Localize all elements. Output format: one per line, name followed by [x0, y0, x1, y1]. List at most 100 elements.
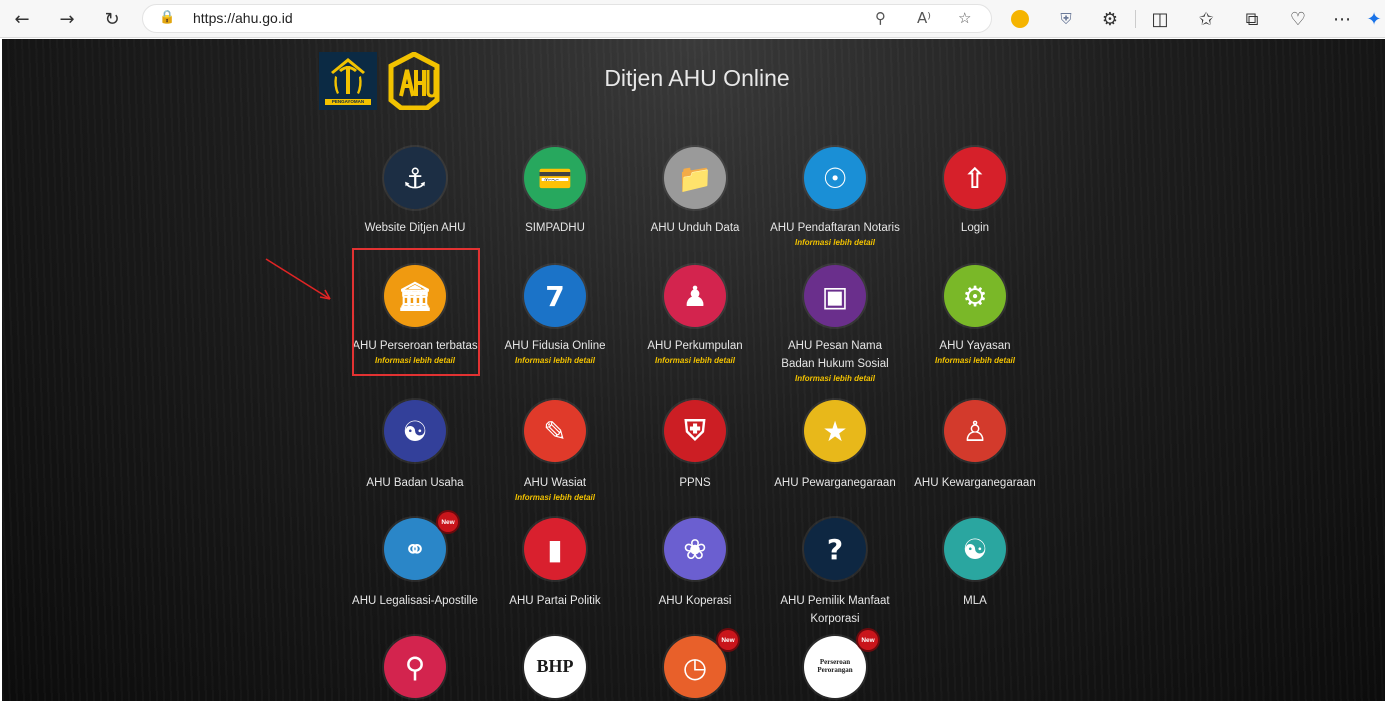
globe-document-icon[interactable]: ⚭: [384, 518, 446, 580]
split-screen-icon[interactable]: ◫: [1148, 7, 1172, 31]
perseroan-perorangan-icon[interactable]: Perseroan Perorangan: [804, 636, 866, 698]
tile-label[interactable]: PPNS: [625, 474, 765, 492]
ahu-logo: [387, 51, 441, 111]
info-link[interactable]: Informasi lebih detail: [485, 493, 625, 502]
handshake-gear-icon[interactable]: ☯: [384, 400, 446, 462]
info-link[interactable]: Informasi lebih detail: [765, 238, 905, 247]
new-badge: New: [718, 630, 738, 650]
pengayoman-icon-glyph: ⚓: [402, 161, 428, 195]
info-link[interactable]: Informasi lebih detail: [905, 356, 1045, 365]
pengayoman-logo: PENGAYOMAN: [319, 52, 377, 110]
tile-label[interactable]: AHU Badan Usaha: [345, 474, 485, 492]
question-head-icon-glyph: ?: [826, 532, 844, 566]
globe-document-icon-glyph: ⚭: [403, 532, 427, 566]
info-link[interactable]: Informasi lebih detail: [485, 356, 625, 365]
question-head-icon[interactable]: ?: [804, 518, 866, 580]
garuda-icon-glyph: ★: [822, 414, 848, 448]
search-book-icon[interactable]: ⚲: [384, 636, 446, 698]
tile-label[interactable]: Login: [905, 219, 1045, 237]
people-group-icon-glyph: ♟: [682, 279, 708, 313]
handshake-gear-icon-glyph: ☯: [402, 414, 428, 448]
page-content: PENGAYOMAN Ditjen AHU Online ⚓ Website Di…: [2, 39, 1385, 701]
tile-label[interactable]: AHU Pesan Nama Badan Hukum Sosial: [765, 337, 905, 373]
read-aloud-icon[interactable]: A⁾: [917, 9, 931, 27]
tile-label[interactable]: AHU Pewarganegaraan: [765, 474, 905, 492]
browser-toolbar: ← → ↻ 🔒 https://ahu.go.id ⚲ A⁾ ☆ ⛨ ⚙ ◫ ✩…: [0, 0, 1385, 38]
pengayoman-icon[interactable]: ⚓: [384, 147, 446, 209]
clock-document-icon[interactable]: ◷: [664, 636, 726, 698]
new-badge: New: [438, 512, 458, 532]
page-title: Ditjen AHU Online: [604, 65, 790, 91]
seven-minute-icon[interactable]: 7: [524, 265, 586, 327]
extensions-icon[interactable]: ⚙: [1098, 7, 1122, 31]
money-card-icon[interactable]: 💳: [524, 147, 586, 209]
network-house-icon[interactable]: ☉: [804, 147, 866, 209]
toolbar-divider: [1135, 10, 1136, 28]
forward-icon[interactable]: →: [55, 7, 79, 31]
money-card-icon-glyph: 💳: [537, 161, 573, 195]
info-link[interactable]: Informasi lebih detail: [765, 374, 905, 383]
tile-label[interactable]: AHU Wasiat: [485, 474, 625, 492]
pengayoman-text: PENGAYOMAN: [331, 99, 365, 104]
id-card-icon[interactable]: ▣: [804, 265, 866, 327]
tile-label[interactable]: AHU Pendaftaran Notaris: [765, 219, 905, 237]
tile-label[interactable]: AHU Kewarganegaraan: [905, 474, 1045, 492]
cooperative-icon[interactable]: ❀: [664, 518, 726, 580]
gear-people-icon-glyph: ⚙: [962, 279, 988, 313]
tile-label[interactable]: SIMPADHU: [485, 219, 625, 237]
tile-label[interactable]: AHU Perkumpulan: [625, 337, 765, 355]
bhp-icon-text: BHP: [536, 656, 574, 677]
tile-label[interactable]: AHU Unduh Data: [625, 219, 765, 237]
scroll-icon[interactable]: ✎: [524, 400, 586, 462]
network-house-icon-glyph: ☉: [822, 161, 848, 195]
copilot-icon[interactable]: ✦: [1362, 7, 1385, 31]
new-badge: New: [858, 630, 878, 650]
tile-label[interactable]: Website Ditjen AHU: [345, 219, 485, 237]
podium-icon[interactable]: ▮: [524, 518, 586, 580]
info-link[interactable]: Informasi lebih detail: [625, 356, 765, 365]
scroll-icon-glyph: ✎: [543, 414, 567, 448]
police-badge-icon-glyph: ⛨: [684, 414, 706, 447]
emoji-extension-icon[interactable]: [1008, 7, 1032, 31]
lock-icon[interactable]: 🔒: [159, 10, 175, 25]
tile-label[interactable]: MLA: [905, 592, 1045, 610]
login-icon[interactable]: ⇧: [944, 147, 1006, 209]
handshake-globe-icon[interactable]: ☯: [944, 518, 1006, 580]
zoom-icon[interactable]: ⚲: [875, 9, 886, 27]
collections-icon[interactable]: ⧉: [1240, 7, 1264, 31]
cooperative-icon-glyph: ❀: [683, 532, 707, 566]
tile-label[interactable]: AHU Yayasan: [905, 337, 1045, 355]
red-arrow-annotation: [265, 258, 331, 300]
garuda-icon[interactable]: ★: [804, 400, 866, 462]
url-text[interactable]: https://ahu.go.id: [193, 10, 293, 26]
tile-label[interactable]: AHU Legalisasi-Apostille: [345, 592, 485, 610]
tile-label[interactable]: AHU Koperasi: [625, 592, 765, 610]
favorites-icon[interactable]: ✩: [1194, 7, 1218, 31]
perseroan-perorangan-icon-text: Perseroan Perorangan: [817, 658, 853, 674]
login-icon-glyph: ⇧: [963, 161, 987, 195]
id-card-icon-glyph: ▣: [821, 279, 849, 313]
person-flag-icon-glyph: ♙: [962, 414, 988, 448]
tile-label[interactable]: AHU Fidusia Online: [485, 337, 625, 355]
refresh-icon[interactable]: ↻: [100, 7, 124, 31]
health-icon[interactable]: ♡: [1286, 7, 1310, 31]
seven-minute-icon-glyph: 7: [545, 279, 565, 313]
people-group-icon[interactable]: ♟: [664, 265, 726, 327]
folder-search-icon[interactable]: 📁: [664, 147, 726, 209]
bhp-icon[interactable]: BHP: [524, 636, 586, 698]
more-icon[interactable]: ⋯: [1330, 7, 1354, 31]
search-book-icon-glyph: ⚲: [404, 650, 426, 684]
tile-label[interactable]: AHU Pemilik Manfaat Korporasi: [765, 592, 905, 628]
tile-label[interactable]: AHU Partai Politik: [485, 592, 625, 610]
person-flag-icon[interactable]: ♙: [944, 400, 1006, 462]
folder-search-icon-glyph: 📁: [677, 161, 713, 195]
gear-people-icon[interactable]: ⚙: [944, 265, 1006, 327]
handshake-globe-icon-glyph: ☯: [962, 532, 988, 566]
shield-extension-icon[interactable]: ⛨: [1054, 7, 1078, 31]
highlight-box: [352, 248, 480, 376]
police-badge-icon[interactable]: ⛨: [664, 400, 726, 462]
address-bar[interactable]: 🔒 https://ahu.go.id ⚲ A⁾ ☆: [142, 4, 992, 33]
back-icon[interactable]: ←: [10, 7, 34, 31]
favorite-icon[interactable]: ☆: [958, 9, 971, 27]
clock-document-icon-glyph: ◷: [682, 650, 708, 684]
